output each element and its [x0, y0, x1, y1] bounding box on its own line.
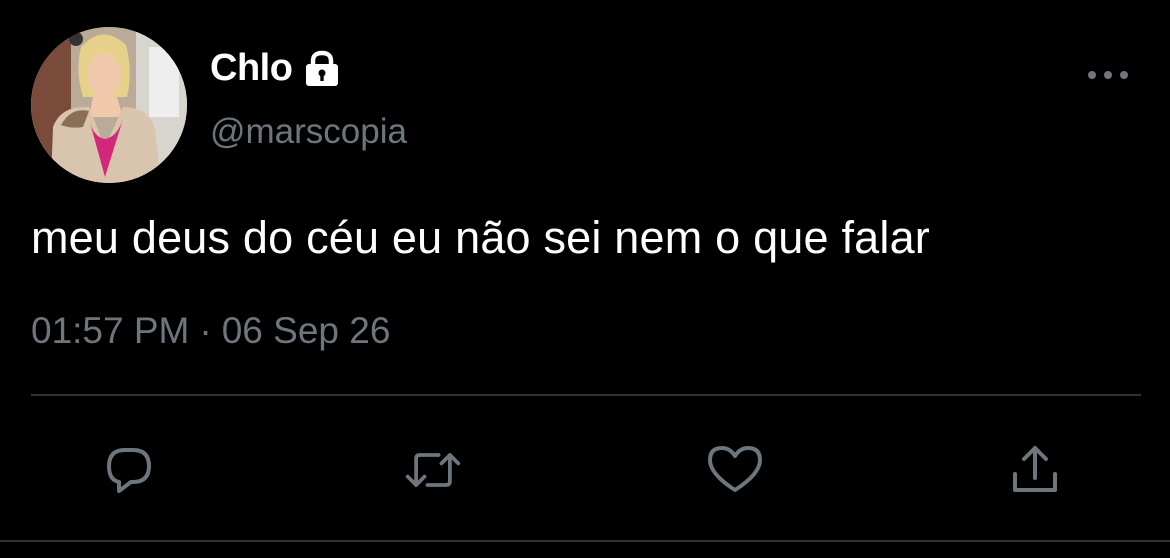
- more-dot: [1120, 71, 1128, 79]
- author-handle[interactable]: @marscopia: [210, 112, 407, 152]
- tweet-timestamp[interactable]: 01:57 PM · 06 Sep 26: [31, 310, 390, 352]
- more-dot: [1088, 71, 1096, 79]
- tweet-text: meu deus do céu eu não sei nem o que fal…: [31, 212, 930, 263]
- tweet-time: 01:57 PM: [31, 310, 190, 351]
- share-icon: [1013, 446, 1057, 492]
- timestamp-separator: ·: [199, 310, 212, 351]
- reply-icon: [107, 448, 151, 493]
- more-icon[interactable]: [1088, 66, 1128, 84]
- tweet: Chlo @marscopia meu deus do céu eu não s…: [0, 0, 1170, 558]
- like-button[interactable]: [705, 440, 765, 500]
- lock-icon: [302, 50, 342, 86]
- reply-button[interactable]: [99, 440, 159, 500]
- display-name[interactable]: Chlo: [210, 47, 293, 90]
- avatar[interactable]: [31, 27, 187, 183]
- heart-icon: [708, 446, 762, 492]
- share-button[interactable]: [1005, 440, 1065, 500]
- tweet-date: 06 Sep 26: [221, 310, 391, 351]
- avatar-image: [31, 27, 187, 183]
- bottom-divider: [0, 540, 1170, 542]
- retweet-button[interactable]: [403, 440, 463, 500]
- author-name-row[interactable]: Chlo: [210, 44, 342, 92]
- retweet-icon: [405, 453, 461, 487]
- divider: [31, 394, 1141, 396]
- more-dot: [1104, 71, 1112, 79]
